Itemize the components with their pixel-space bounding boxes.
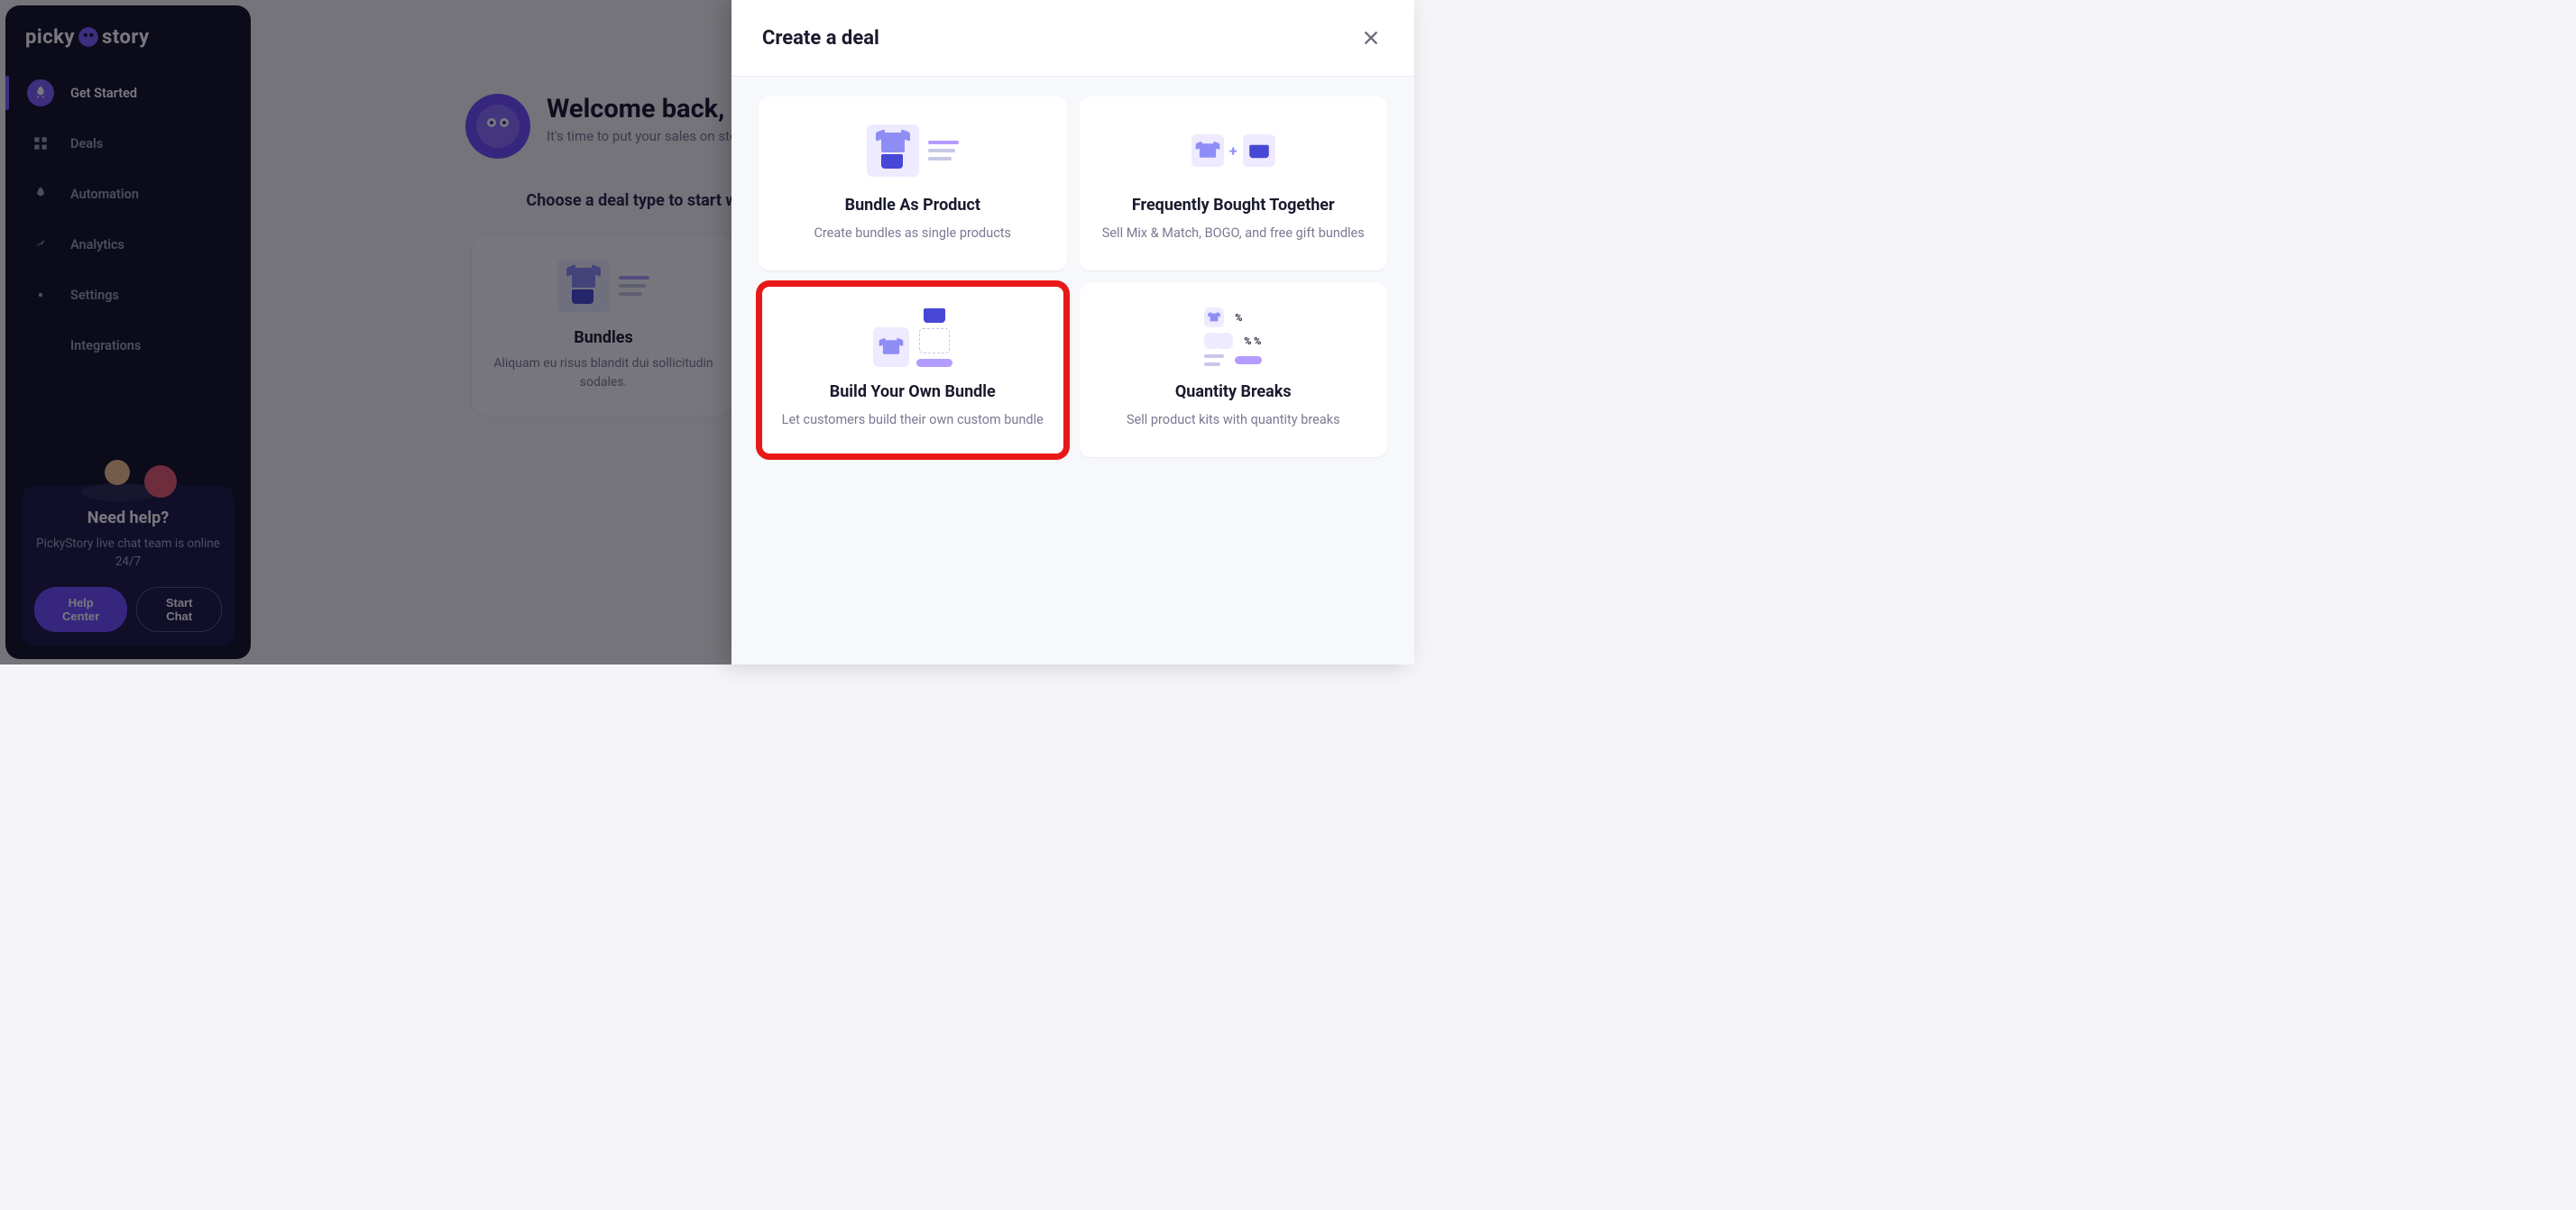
option-desc: Sell Mix & Match, BOGO, and free gift bu… — [1099, 224, 1368, 243]
option-desc: Sell product kits with quantity breaks — [1099, 410, 1368, 430]
option-title: Quantity Breaks — [1099, 382, 1368, 401]
byob-art-icon — [778, 308, 1047, 366]
fbt-art-icon: + — [1099, 122, 1368, 179]
option-title: Bundle As Product — [778, 196, 1047, 215]
close-icon — [1361, 28, 1381, 48]
close-button[interactable] — [1358, 25, 1384, 50]
panel-header: Create a deal — [731, 0, 1414, 77]
option-quantity-breaks[interactable]: % % % Quantity Breaks Sell product kits … — [1080, 283, 1388, 457]
create-deal-panel: Create a deal Bundle As Product Create b… — [731, 0, 1414, 665]
option-title: Build Your Own Bundle — [778, 382, 1047, 401]
option-title: Frequently Bought Together — [1099, 196, 1368, 215]
option-bundle-as-product[interactable]: Bundle As Product Create bundles as sing… — [759, 96, 1067, 270]
option-desc: Let customers build their own custom bun… — [778, 410, 1047, 430]
option-desc: Create bundles as single products — [778, 224, 1047, 243]
bundle-art-icon — [778, 122, 1047, 179]
option-build-your-own[interactable]: Build Your Own Bundle Let customers buil… — [759, 283, 1067, 457]
panel-title: Create a deal — [762, 27, 879, 50]
panel-body: Bundle As Product Create bundles as sing… — [731, 77, 1414, 477]
qty-art-icon: % % % — [1099, 308, 1368, 366]
option-frequently-bought[interactable]: + Frequently Bought Together Sell Mix & … — [1080, 96, 1388, 270]
